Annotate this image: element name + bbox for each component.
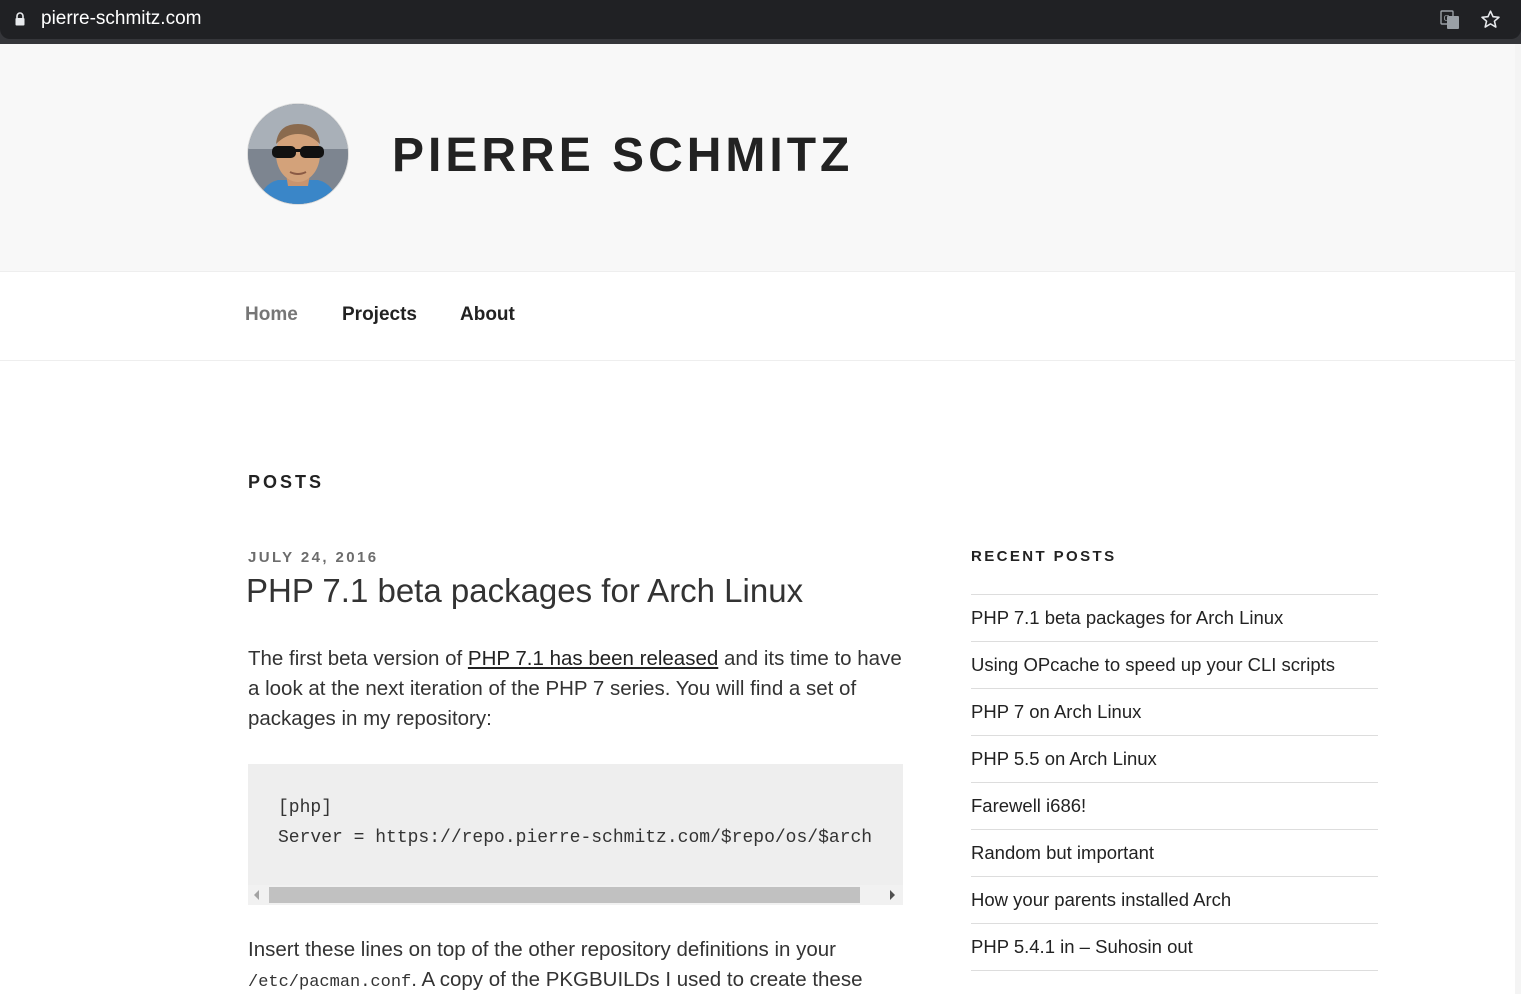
scroll-right-arrow-icon[interactable] <box>890 890 895 900</box>
list-item: PHP 7 on Arch Linux <box>971 689 1378 736</box>
avatar-photo <box>248 104 348 204</box>
list-item: PHP 5.4.1 in – Suhosin out <box>971 924 1378 971</box>
page-heading: POSTS <box>248 472 325 492</box>
list-item: Random but important <box>971 830 1378 877</box>
post-date[interactable]: JULY 24, 2016 <box>248 549 378 566</box>
php-release-link[interactable]: PHP 7.1 has been released <box>468 647 718 670</box>
svg-text:G: G <box>1444 14 1450 23</box>
scrollbar-thumb[interactable] <box>269 887 860 903</box>
inline-code: /etc/pacman.conf <box>248 973 412 992</box>
recent-post-link[interactable]: Random but important <box>971 842 1154 864</box>
recent-post-link[interactable]: PHP 7 on Arch Linux <box>971 701 1141 723</box>
recent-posts-title: RECENT POSTS <box>971 548 1117 565</box>
horizontal-scrollbar[interactable] <box>248 885 903 905</box>
browser-address-bar: pierre-schmitz.com G <box>0 0 1521 44</box>
recent-posts-list: PHP 7.1 beta packages for Arch Linux Usi… <box>971 594 1378 971</box>
list-item: Farewell i686! <box>971 783 1378 830</box>
recent-post-link[interactable]: PHP 5.4.1 in – Suhosin out <box>971 936 1193 958</box>
url-text[interactable]: pierre-schmitz.com <box>41 8 201 30</box>
nav-item-about[interactable]: About <box>460 304 515 326</box>
recent-post-link[interactable]: PHP 7.1 beta packages for Arch Linux <box>971 607 1283 629</box>
code-line: Server = https://repo.pierre-schmitz.com… <box>278 828 873 848</box>
nav-item-projects[interactable]: Projects <box>342 304 417 326</box>
site-header: PIERRE SCHMITZ <box>0 44 1521 272</box>
recent-post-link[interactable]: How your parents installed Arch <box>971 889 1231 911</box>
list-item: PHP 5.5 on Arch Linux <box>971 736 1378 783</box>
post-title[interactable]: PHP 7.1 beta packages for Arch Linux <box>246 572 803 610</box>
page-scrollbar[interactable] <box>1515 44 1521 994</box>
list-item: How your parents installed Arch <box>971 877 1378 924</box>
avatar[interactable] <box>248 104 348 204</box>
paragraph-text: Insert these lines on top of the other r… <box>248 938 837 961</box>
paragraph-text: . A copy of the PKGBUILDs I used to crea… <box>411 968 863 991</box>
post-paragraph: The first beta version of PHP 7.1 has be… <box>248 644 908 734</box>
list-item: PHP 7.1 beta packages for Arch Linux <box>971 595 1378 642</box>
main-navigation: Home Projects About <box>0 272 1521 361</box>
post-paragraph: Insert these lines on top of the other r… <box>248 935 908 998</box>
paragraph-text: The first beta version of <box>248 647 468 670</box>
omnibox[interactable]: pierre-schmitz.com G <box>0 0 1521 39</box>
code-block: [php] Server = https://repo.pierre-schmi… <box>248 764 903 905</box>
recent-post-link[interactable]: Using OPcache to speed up your CLI scrip… <box>971 654 1335 676</box>
translate-icon[interactable]: G <box>1440 10 1460 30</box>
nav-item-home[interactable]: Home <box>245 304 298 326</box>
scroll-left-arrow-icon[interactable] <box>254 890 259 900</box>
code-line: [php] <box>278 798 333 818</box>
list-item: Using OPcache to speed up your CLI scrip… <box>971 642 1378 689</box>
recent-post-link[interactable]: Farewell i686! <box>971 795 1086 817</box>
lock-icon[interactable] <box>15 12 25 26</box>
site-title[interactable]: PIERRE SCHMITZ <box>392 128 853 183</box>
star-icon[interactable] <box>1480 9 1501 30</box>
recent-post-link[interactable]: PHP 5.5 on Arch Linux <box>971 748 1157 770</box>
